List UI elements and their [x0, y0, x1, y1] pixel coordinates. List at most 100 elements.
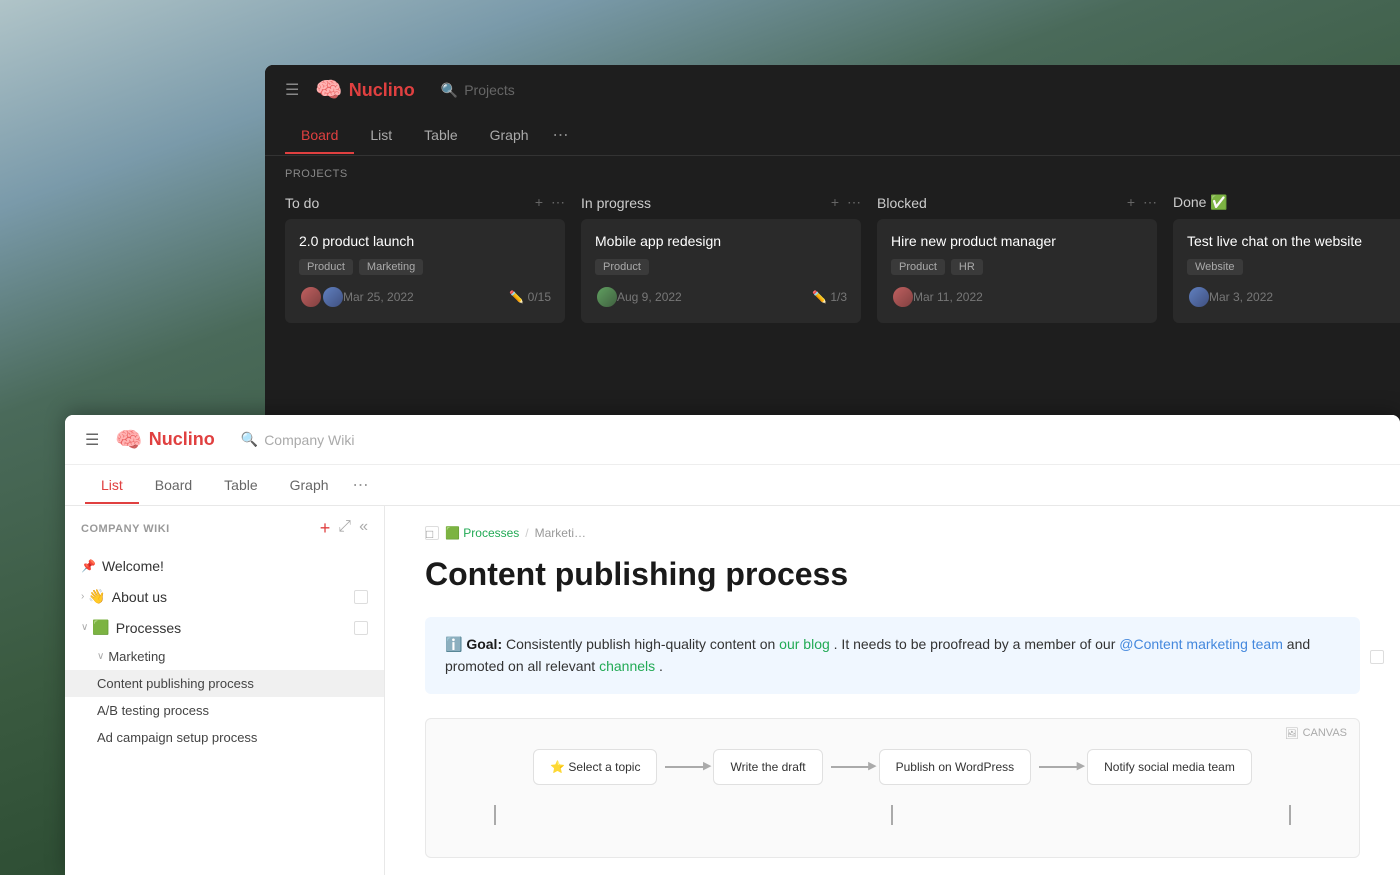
- more-tabs-icon[interactable]: ⋯: [545, 115, 577, 155]
- link-channels[interactable]: channels: [599, 658, 655, 674]
- wiki-tab-list[interactable]: List: [85, 467, 139, 503]
- sidebar-item-ad-campaign[interactable]: Ad campaign setup process: [65, 724, 384, 751]
- tab-board[interactable]: Board: [285, 117, 354, 153]
- avatar: [595, 285, 619, 309]
- card-mobile-redesign-footer: Aug 9, 2022 ✏️ 1/3: [595, 285, 847, 309]
- wiki-sidebar: COMPANY WIKI + ⤢ « 📌 Welcome! › 👋 About …: [65, 506, 385, 875]
- info-text-end: .: [659, 658, 663, 674]
- sidebar-content-publishing-label: Content publishing process: [97, 676, 254, 691]
- avatar: [299, 285, 323, 309]
- link-content-team[interactable]: @Content marketing team: [1119, 636, 1283, 652]
- search-icon-light: 🔍: [241, 431, 258, 448]
- brain-icon-light: 🧠: [115, 427, 142, 453]
- wiki-search-placeholder: Company Wiki: [264, 432, 354, 448]
- blocked-more-icon[interactable]: ⋯: [1143, 194, 1157, 211]
- pin-icon: 📌: [81, 559, 96, 573]
- chevron-down-icon: ∨: [81, 622, 88, 633]
- goal-label: Goal:: [466, 636, 502, 652]
- inprogress-more-icon[interactable]: ⋯: [847, 194, 861, 211]
- breadcrumb-marketi[interactable]: Marketi…: [535, 526, 586, 540]
- wiki-logo-text: Nuclino: [149, 429, 215, 450]
- card-check: ✏️ 1/3: [812, 290, 847, 304]
- kanban-board: To do + ⋯ 2.0 product launch Product Mar…: [265, 186, 1400, 333]
- sidebar-ab-testing-label: A/B testing process: [97, 703, 209, 718]
- info-icon: ℹ️: [445, 636, 462, 652]
- avatar: [321, 285, 345, 309]
- card-check: ✏️ 0/15: [509, 290, 551, 304]
- search-placeholder: Projects: [464, 82, 515, 98]
- flow-box-1[interactable]: ⭐ Select a topic: [533, 749, 657, 785]
- sidebar-processes-label: Processes: [116, 620, 181, 636]
- card-live-chat[interactable]: Test live chat on the website Website Ma…: [1173, 219, 1400, 323]
- avatar: [891, 285, 915, 309]
- canvas-label-text: CANVAS: [1303, 727, 1347, 739]
- breadcrumb-sep: /: [525, 526, 528, 540]
- tab-list[interactable]: List: [354, 117, 408, 153]
- tab-graph[interactable]: Graph: [474, 117, 545, 153]
- expand-icon[interactable]: ⤢: [338, 518, 351, 539]
- wiki-hamburger-icon[interactable]: ☰: [85, 430, 99, 450]
- sidebar-header: COMPANY WIKI + ⤢ «: [65, 506, 384, 551]
- flow-box-3[interactable]: Publish on WordPress: [879, 749, 1032, 785]
- sidebar-welcome-label: Welcome!: [102, 558, 164, 574]
- flow-box-2[interactable]: Write the draft: [713, 749, 822, 785]
- sidebar-item-marketing[interactable]: ∨ Marketing: [65, 643, 384, 670]
- wiki-tab-graph[interactable]: Graph: [274, 467, 345, 503]
- sidebar-item-processes[interactable]: ∨ 🟩 Processes: [65, 612, 384, 643]
- card-mobile-redesign[interactable]: Mobile app redesign Product Aug 9, 2022 …: [581, 219, 861, 323]
- add-todo-button[interactable]: +: [535, 194, 543, 211]
- card-hire-pm[interactable]: Hire new product manager Product HR Mar …: [877, 219, 1157, 323]
- column-done-title: Done ✅: [1173, 194, 1228, 211]
- tag-hr: HR: [951, 259, 983, 275]
- card-date: Mar 11, 2022: [913, 290, 983, 304]
- sidebar-item-ab-testing[interactable]: A/B testing process: [65, 697, 384, 724]
- flow-box-4[interactable]: Notify social media team: [1087, 749, 1252, 785]
- add-blocked-button[interactable]: +: [1127, 194, 1135, 211]
- wiki-search[interactable]: 🔍 Company Wiki: [241, 431, 355, 448]
- flow-step-3: Publish on WordPress: [879, 749, 1032, 785]
- collapse-icon[interactable]: «: [359, 518, 368, 539]
- tab-table[interactable]: Table: [408, 117, 473, 153]
- add-inprogress-button[interactable]: +: [831, 194, 839, 211]
- arrow-line-2: [831, 766, 871, 768]
- flow-arrow-2: [823, 766, 879, 768]
- processes-icon: 🟩: [92, 619, 109, 636]
- processes-checkbox[interactable]: [354, 621, 368, 635]
- tag-product: Product: [595, 259, 649, 275]
- tag-product: Product: [299, 259, 353, 275]
- link-blog[interactable]: our blog: [779, 636, 830, 652]
- card-live-chat-footer: Mar 3, 2022 ✏️ 7/7: [1187, 285, 1400, 309]
- column-todo-title: To do: [285, 195, 319, 211]
- projects-search[interactable]: 🔍 Projects: [441, 82, 515, 99]
- wiki-tabs: List Board Table Graph ⋯: [65, 465, 1400, 506]
- column-inprogress: In progress + ⋯ Mobile app redesign Prod…: [581, 186, 861, 333]
- card-product-launch[interactable]: 2.0 product launch Product Marketing Mar…: [285, 219, 565, 323]
- aboutus-checkbox[interactable]: [354, 590, 368, 604]
- search-icon: 🔍: [441, 82, 458, 99]
- info-text-1: Consistently publish high-quality conten…: [506, 636, 779, 652]
- arrow-line-3: [1039, 766, 1079, 768]
- card-date: Mar 25, 2022: [343, 290, 414, 304]
- tag-product: Product: [891, 259, 945, 275]
- sidebar-item-aboutus[interactable]: › 👋 About us: [65, 581, 384, 612]
- card-date: Mar 3, 2022: [1209, 290, 1273, 304]
- column-inprogress-title: In progress: [581, 195, 651, 211]
- column-blocked-title: Blocked: [877, 195, 927, 211]
- wiki-tab-table[interactable]: Table: [208, 467, 273, 503]
- wiki-more-tabs-icon[interactable]: ⋯: [345, 465, 377, 505]
- add-item-button[interactable]: +: [320, 518, 331, 539]
- card-hire-pm-title: Hire new product manager: [891, 233, 1143, 249]
- sidebar-item-welcome[interactable]: 📌 Welcome!: [65, 551, 384, 581]
- breadcrumb-icon: □: [425, 526, 439, 540]
- hamburger-icon[interactable]: ☰: [285, 80, 299, 100]
- column-todo: To do + ⋯ 2.0 product launch Product Mar…: [285, 186, 565, 333]
- sidebar-item-content-publishing[interactable]: Content publishing process: [65, 670, 384, 697]
- breadcrumb-processes[interactable]: 🟩 Processes: [445, 526, 519, 540]
- sidebar-aboutus-label: About us: [112, 589, 167, 605]
- wiki-tab-board[interactable]: Board: [139, 467, 208, 503]
- aboutus-icon: 👋: [88, 588, 105, 605]
- flow-step-2: Write the draft: [713, 749, 822, 785]
- flow-arrow-3: [1031, 766, 1087, 768]
- todo-more-icon[interactable]: ⋯: [551, 194, 565, 211]
- projects-logo: 🧠 Nuclino: [315, 77, 414, 103]
